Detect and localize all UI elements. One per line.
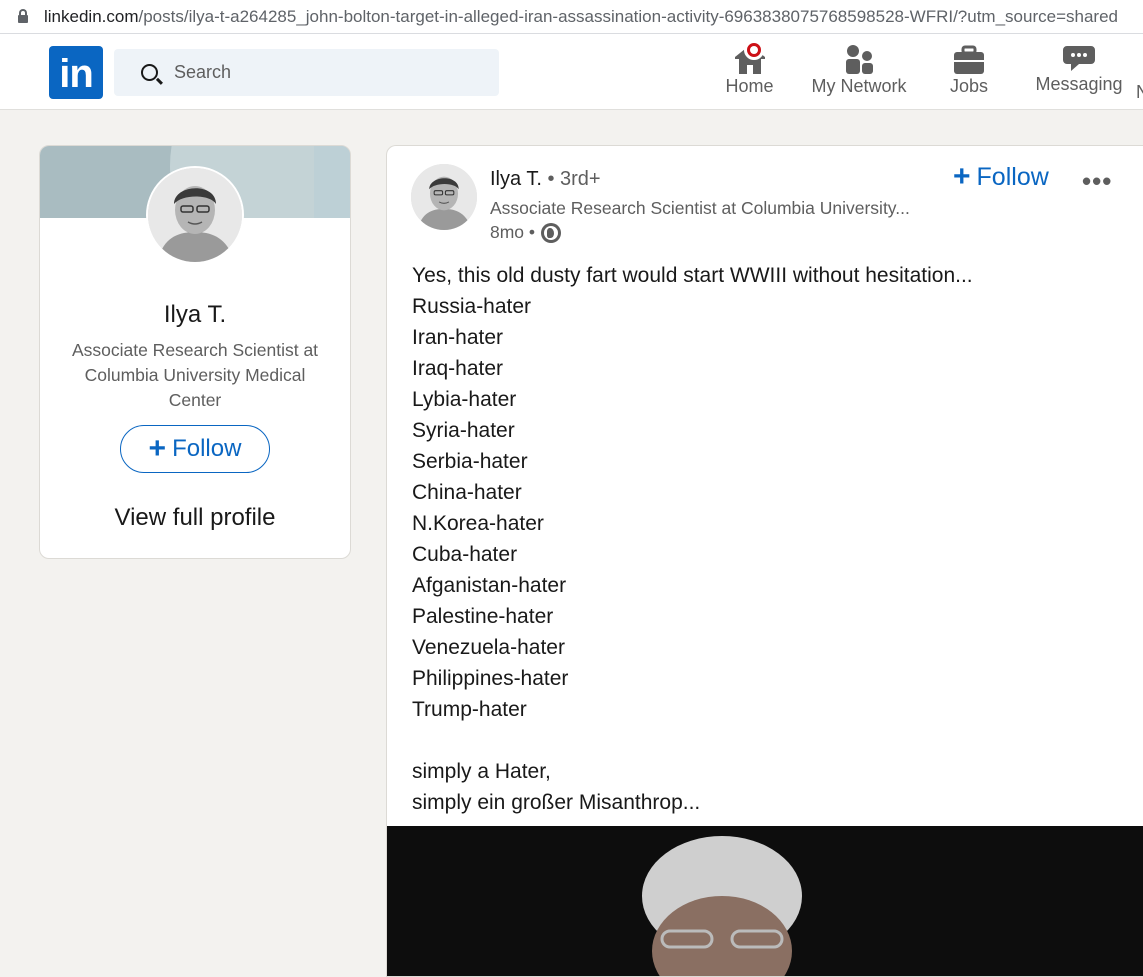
nav-jobs[interactable]: Jobs <box>945 42 993 97</box>
connection-degree: • 3rd+ <box>547 168 601 190</box>
globe-icon <box>541 222 562 243</box>
post-text-line: Cuba-hater <box>412 543 518 566</box>
nav-home[interactable]: Home <box>722 40 777 97</box>
notification-badge <box>744 40 764 60</box>
messaging-icon <box>1033 40 1125 74</box>
post-follow-button[interactable]: + Follow <box>953 162 1049 192</box>
nav-messaging[interactable]: Messaging <box>1033 40 1125 95</box>
post-text-line: simply a Hater, <box>412 760 551 783</box>
nav-messaging-label: Messaging <box>1035 74 1123 94</box>
network-icon <box>806 42 912 76</box>
post-text-line <box>412 725 1112 756</box>
post-author-avatar[interactable] <box>411 164 477 230</box>
post-text-line: Yes, this old dusty fart would start WWI… <box>412 264 973 287</box>
post-text-line: Serbia-hater <box>412 450 528 473</box>
search-box[interactable] <box>114 49 499 96</box>
post-text-line: Venezuela-hater <box>412 636 565 659</box>
plus-icon: + <box>148 432 167 465</box>
profile-follow-button[interactable]: + Follow <box>120 425 270 473</box>
post-text-line: simply ein großer Misanthrop... <box>412 791 701 814</box>
post-text-line: N.Korea-hater <box>412 512 544 535</box>
post-card: Ilya T. • 3rd+ Associate Research Scient… <box>386 145 1143 977</box>
search-input[interactable] <box>172 61 476 84</box>
post-text-line: Iran-hater <box>412 326 504 349</box>
post-timestamp: 8mo • <box>490 222 536 242</box>
url-text[interactable]: linkedin.com/posts/ilya-t-a264285_john-b… <box>44 7 1118 27</box>
post-author-name[interactable]: Ilya T. <box>490 168 542 190</box>
post-image[interactable] <box>387 826 1143 976</box>
nav-home-label: Home <box>725 76 774 96</box>
post-text-line: Syria-hater <box>412 419 515 442</box>
view-full-profile-link[interactable]: View full profile <box>40 504 350 532</box>
search-icon <box>141 64 158 81</box>
post-text-line: China-hater <box>412 481 522 504</box>
more-options-icon[interactable]: ••• <box>1082 166 1112 197</box>
profile-follow-label: Follow <box>172 435 242 462</box>
nav-my-network[interactable]: My Network <box>806 42 912 97</box>
linkedin-logo[interactable]: in <box>49 46 103 99</box>
post-author-headline: Associate Research Scientist at Columbia… <box>490 198 910 218</box>
post-text-line: Afganistan-hater <box>412 574 567 597</box>
post-text: Yes, this old dusty fart would start WWI… <box>412 260 1112 818</box>
profile-headline: Associate Research Scientist at Columbia… <box>71 340 319 410</box>
post-text-line: Palestine-hater <box>412 605 554 628</box>
address-bar[interactable]: linkedin.com/posts/ilya-t-a264285_john-b… <box>0 0 1143 34</box>
lock-icon <box>18 8 28 23</box>
nav-notifications-cut[interactable]: N <box>1136 82 1143 103</box>
home-icon <box>722 40 777 76</box>
post-author-name-row: Ilya T. • 3rd+ <box>490 168 601 191</box>
profile-name[interactable]: Ilya T. <box>40 301 350 329</box>
post-text-line: Lybia-hater <box>412 388 517 411</box>
post-timestamp-row: 8mo • <box>490 222 562 243</box>
post-text-line: Philippines-hater <box>412 667 569 690</box>
nav-my-network-label: My Network <box>811 76 907 96</box>
post-text-line: Russia-hater <box>412 295 532 318</box>
post-text-line: Iraq-hater <box>412 357 504 380</box>
post-text-line: Trump-hater <box>412 698 527 721</box>
nav-jobs-label: Jobs <box>949 76 989 96</box>
profile-card: Ilya T. Associate Research Scientist at … <box>39 145 351 559</box>
briefcase-icon <box>945 42 993 76</box>
top-nav: in Home My Network <box>0 34 1143 110</box>
post-follow-label: Follow <box>976 162 1049 191</box>
plus-icon: + <box>953 160 971 193</box>
profile-avatar[interactable] <box>146 166 244 264</box>
